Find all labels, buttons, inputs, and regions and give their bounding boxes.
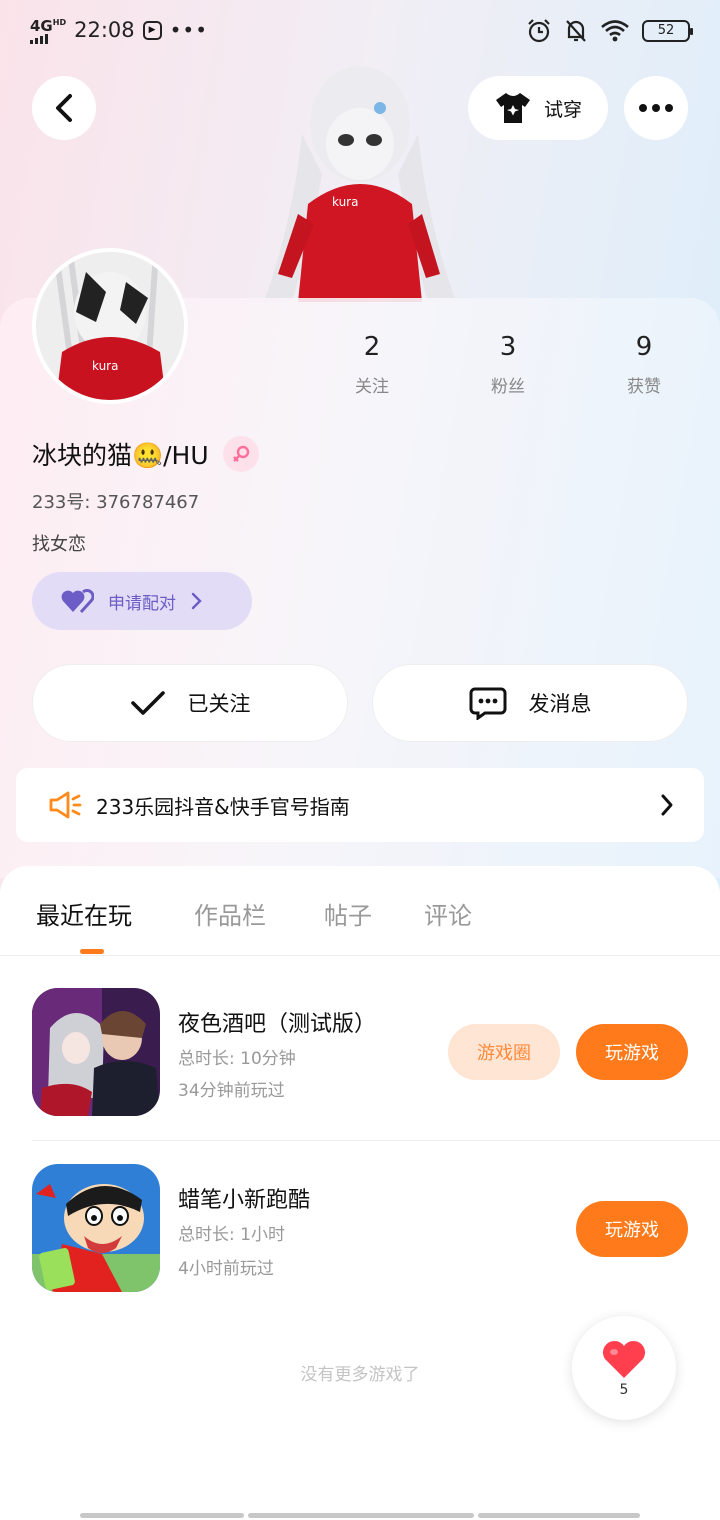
stat-likes[interactable]: 9 获赞 xyxy=(594,332,694,397)
status-bar: 4GHD 22:08 ▶ ••• 52 xyxy=(0,0,720,64)
game-icon-night-bar[interactable] xyxy=(32,988,160,1116)
double-heart-icon xyxy=(61,589,94,614)
back-button[interactable] xyxy=(32,76,96,140)
following-button-label: 已关注 xyxy=(187,692,251,716)
divider xyxy=(32,1140,720,1141)
chevron-right-icon xyxy=(191,592,202,610)
svg-text:kura: kura xyxy=(332,195,358,209)
chevron-right-icon xyxy=(661,794,673,816)
play-game-button[interactable]: 玩游戏 xyxy=(576,1201,688,1257)
chevron-left-icon xyxy=(56,94,72,122)
network-indicator: 4GHD xyxy=(30,16,66,44)
game-duration: 总时长: 1小时 xyxy=(178,1225,285,1245)
home-indicator xyxy=(248,1513,474,1518)
game-circle-button[interactable]: 游戏圈 xyxy=(448,1024,560,1080)
announcement-text: 233乐园抖音&快手官号指南 xyxy=(96,794,350,819)
send-message-button[interactable]: 发消息 xyxy=(372,664,688,742)
bio: 找女恋 xyxy=(32,534,86,555)
heart-icon xyxy=(602,1340,646,1378)
tshirt-icon xyxy=(495,93,530,123)
more-dot-icon xyxy=(652,104,660,112)
game-icon-crayon-shin-chan[interactable] xyxy=(32,1164,160,1292)
avatar[interactable]: kura xyxy=(32,248,188,404)
likes-count: 9 xyxy=(635,332,653,362)
apply-pairing-button[interactable]: 申请配对 xyxy=(32,572,252,630)
more-options-button[interactable] xyxy=(624,76,688,140)
tab-works[interactable]: 作品栏 xyxy=(194,896,266,931)
check-icon xyxy=(130,691,165,715)
game-duration: 总时长: 10分钟 xyxy=(178,1049,296,1069)
stat-followers[interactable]: 3 粉丝 xyxy=(458,332,558,397)
tab-indicator xyxy=(80,949,104,954)
game-name[interactable]: 蜡笔小新跑酷 xyxy=(178,1182,310,1214)
user-id: 233号: 376787467 xyxy=(32,492,200,513)
like-count: 5 xyxy=(619,1382,629,1398)
try-on-button[interactable]: 试穿 xyxy=(468,76,608,140)
send-message-label: 发消息 xyxy=(528,692,592,716)
pair-label: 申请配对 xyxy=(108,593,176,614)
game-last-played: 4小时前玩过 xyxy=(178,1259,274,1279)
play-box-icon: ▶ xyxy=(142,20,162,40)
female-icon xyxy=(222,436,259,472)
home-indicator xyxy=(80,1513,244,1518)
clock: 22:08 xyxy=(74,18,135,42)
battery-indicator: 52 xyxy=(642,20,693,42)
stat-following[interactable]: 2 关注 xyxy=(322,332,422,397)
divider xyxy=(0,955,720,956)
announcement-banner[interactable]: 233乐园抖音&快手官号指南 xyxy=(16,768,704,842)
more-notifications-icon: ••• xyxy=(169,18,209,42)
wifi-icon xyxy=(601,20,629,42)
bell-off-icon xyxy=(566,20,586,42)
following-count: 2 xyxy=(363,332,381,362)
followers-count: 3 xyxy=(499,332,517,362)
home-indicator xyxy=(478,1513,640,1518)
like-button[interactable]: 5 xyxy=(572,1316,676,1420)
character-figure: kura xyxy=(264,66,456,302)
svg-text:kura: kura xyxy=(92,359,118,373)
try-on-label: 试穿 xyxy=(543,98,582,121)
game-name[interactable]: 夜色酒吧（测试版） xyxy=(178,1006,376,1038)
alarm-icon xyxy=(528,19,550,43)
chat-bubble-icon xyxy=(469,687,506,720)
tab-comments[interactable]: 评论 xyxy=(424,896,472,931)
more-dot-icon xyxy=(639,104,647,112)
avatar-image: kura xyxy=(36,252,184,400)
following-label: 关注 xyxy=(355,377,389,397)
more-dot-icon xyxy=(665,104,673,112)
nickname: 冰块的猫🤐/HU xyxy=(32,441,209,470)
megaphone-icon xyxy=(49,791,82,819)
tab-recently-played[interactable]: 最近在玩 xyxy=(36,896,132,931)
followers-label: 粉丝 xyxy=(491,377,525,397)
following-button[interactable]: 已关注 xyxy=(32,664,348,742)
game-last-played: 34分钟前玩过 xyxy=(178,1081,285,1101)
nickname-row: 冰块的猫🤐/HU xyxy=(32,436,259,472)
likes-label: 获赞 xyxy=(627,377,661,397)
tab-posts[interactable]: 帖子 xyxy=(324,896,372,931)
play-game-button[interactable]: 玩游戏 xyxy=(576,1024,688,1080)
